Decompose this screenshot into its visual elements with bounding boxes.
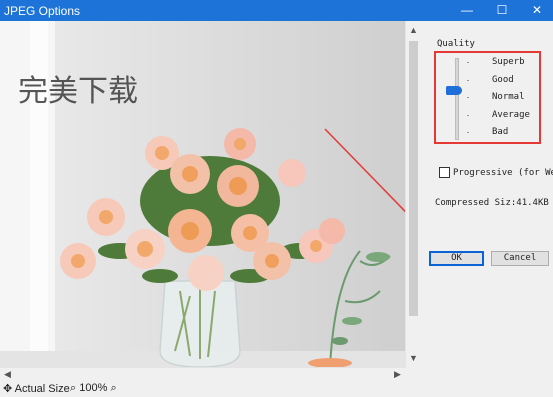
zoom-out-icon[interactable]: ⌕ <box>70 382 76 394</box>
ok-button[interactable]: OK <box>429 251 484 266</box>
status-bar: ✥ Actual Size ⌕ 100% ⌕ <box>0 381 553 397</box>
title-bar: JPEG Options — ☐ ✕ <box>0 0 553 21</box>
scrollbar-thumb[interactable] <box>409 41 418 316</box>
watermark-text: 完美下载 <box>18 74 138 109</box>
maximize-button[interactable]: ☐ <box>487 0 517 21</box>
quality-option-good[interactable]: Good <box>492 75 514 85</box>
quality-option-bad[interactable]: Bad <box>492 127 508 137</box>
quality-slider-thumb[interactable] <box>446 86 462 95</box>
zoom-level: 100% <box>79 382 108 394</box>
progressive-checkbox[interactable] <box>439 167 450 178</box>
quality-option-average[interactable]: Average <box>492 110 530 120</box>
scroll-left-icon[interactable]: ◀ <box>4 369 11 380</box>
cancel-button[interactable]: Cancel <box>491 251 549 266</box>
move-icon: ✥ <box>3 383 13 395</box>
scroll-right-icon[interactable]: ▶ <box>394 369 401 380</box>
scroll-down-icon[interactable]: ▼ <box>409 353 418 363</box>
close-button[interactable]: ✕ <box>522 0 552 21</box>
quality-highlight-box <box>434 51 541 144</box>
slider-tick <box>467 132 469 133</box>
slider-tick <box>467 62 469 63</box>
actual-size-label: Actual Size <box>14 383 70 395</box>
preview-image: 完美下载 <box>0 21 405 367</box>
quality-option-superb[interactable]: Superb <box>492 57 525 67</box>
scroll-up-icon[interactable]: ▲ <box>409 25 418 35</box>
quality-option-normal[interactable]: Normal <box>492 92 525 102</box>
slider-tick <box>467 115 469 116</box>
horizontal-scrollbar[interactable]: ◀ ▶ <box>0 367 405 381</box>
zoom-in-icon[interactable]: ⌕ <box>110 382 116 394</box>
quality-slider-track[interactable] <box>455 58 459 140</box>
compressed-size-text: Compressed Siz:41.4KB <box>435 198 549 208</box>
window-title: JPEG Options <box>4 4 81 18</box>
actual-size-button[interactable]: ✥ Actual Size <box>3 382 70 395</box>
image-preview[interactable]: 完美下载 <box>0 21 405 367</box>
slider-tick <box>467 80 469 81</box>
minimize-button[interactable]: — <box>452 0 482 21</box>
zoom-control[interactable]: ⌕ 100% ⌕ <box>70 382 117 395</box>
vertical-scrollbar[interactable]: ▲ ▼ <box>405 21 420 367</box>
quality-label: Quality <box>437 39 475 49</box>
progressive-label: Progressive (for Web) <box>453 168 553 178</box>
slider-tick <box>467 97 469 98</box>
